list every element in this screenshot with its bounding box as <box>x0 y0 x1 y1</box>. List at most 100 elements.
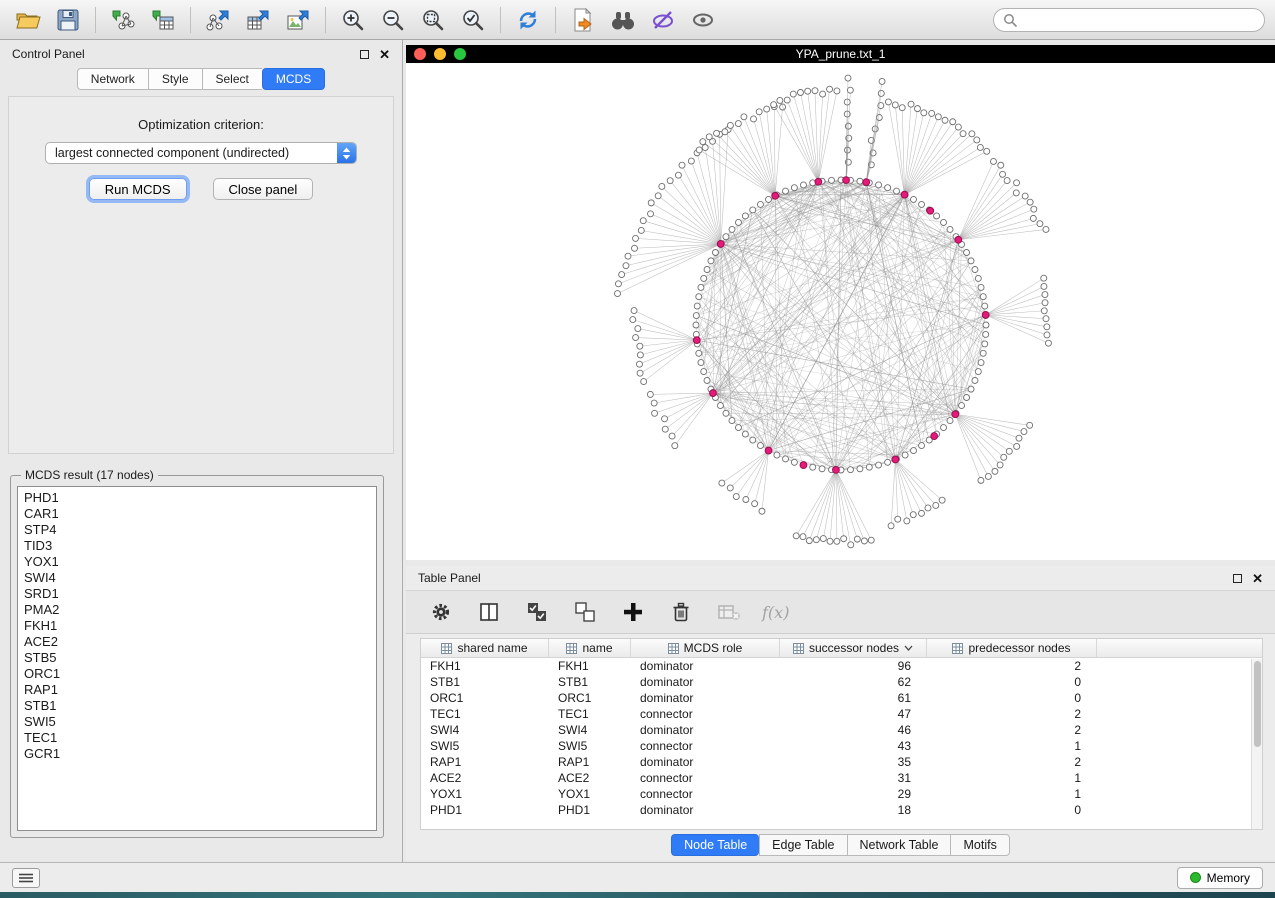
zoom-in-button[interactable] <box>335 4 371 36</box>
import-network-button[interactable] <box>105 4 141 36</box>
hide-details-button[interactable] <box>645 4 681 36</box>
scrollbar-thumb[interactable] <box>1254 661 1261 747</box>
import-table-icon <box>150 8 176 32</box>
minimize-window-icon[interactable] <box>434 48 446 60</box>
table-cell: ORC1 <box>549 690 631 706</box>
table-row[interactable]: SWI5SWI5connector431 <box>421 738 1262 754</box>
table-scrollbar[interactable] <box>1251 659 1262 829</box>
trash-icon <box>669 600 693 624</box>
network-graph[interactable] <box>406 63 1275 560</box>
column-header-name[interactable]: name <box>549 639 631 657</box>
eye-slash-icon <box>650 7 676 33</box>
column-header-successor-nodes[interactable]: successor nodes <box>780 639 927 657</box>
table-row[interactable]: TEC1TEC1connector472 <box>421 706 1262 722</box>
open-session-button[interactable] <box>10 4 46 36</box>
mcds-result-item[interactable]: TID3 <box>24 538 376 554</box>
tab-node-table[interactable]: Node Table <box>671 834 759 856</box>
refresh-button[interactable] <box>510 4 546 36</box>
mcds-result-item[interactable]: STB5 <box>24 650 376 666</box>
column-header-predecessor-nodes[interactable]: predecessor nodes <box>927 639 1097 657</box>
tab-select[interactable]: Select <box>202 68 262 90</box>
show-columns-button[interactable] <box>474 597 504 627</box>
tab-network[interactable]: Network <box>77 68 148 90</box>
optimization-criterion-select[interactable]: largest connected component (undirected) <box>45 142 357 164</box>
mcds-result-list[interactable]: PHD1CAR1STP4TID3YOX1SWI4SRD1PMA2FKH1ACE2… <box>17 486 377 831</box>
run-mcds-button[interactable]: Run MCDS <box>89 178 187 200</box>
tab-style[interactable]: Style <box>148 68 202 90</box>
close-panel-icon[interactable]: ✕ <box>379 48 390 61</box>
mcds-result-item[interactable]: SWI5 <box>24 714 376 730</box>
delete-rows-button[interactable] <box>666 597 696 627</box>
table-cell: FKH1 <box>549 658 631 674</box>
save-session-button[interactable] <box>50 4 86 36</box>
tab-mcds[interactable]: MCDS <box>262 68 325 90</box>
add-row-button[interactable] <box>618 597 648 627</box>
mcds-result-item[interactable]: SWI4 <box>24 570 376 586</box>
export-table-button[interactable] <box>240 4 276 36</box>
import-table-button[interactable] <box>145 4 181 36</box>
mcds-result-item[interactable]: YOX1 <box>24 554 376 570</box>
function-builder-button[interactable]: f(x) <box>762 597 789 627</box>
table-row[interactable]: PHD1PHD1dominator180 <box>421 802 1262 818</box>
column-type-icon <box>952 643 963 654</box>
mcds-result-item[interactable]: PHD1 <box>24 490 376 506</box>
control-panel-tabs: NetworkStyleSelectMCDS <box>0 68 402 90</box>
show-details-button[interactable] <box>685 4 721 36</box>
search-input[interactable] <box>1023 13 1255 27</box>
table-row[interactable]: YOX1YOX1connector291 <box>421 786 1262 802</box>
table-row[interactable]: STB1STB1dominator620 <box>421 674 1262 690</box>
mcds-result-item[interactable]: TEC1 <box>24 730 376 746</box>
mcds-result-item[interactable]: ORC1 <box>24 666 376 682</box>
close-panel-button[interactable]: Close panel <box>213 178 314 200</box>
tab-motifs[interactable]: Motifs <box>950 834 1009 856</box>
tab-network-table[interactable]: Network Table <box>847 834 951 856</box>
export-document-button[interactable] <box>565 4 601 36</box>
mcds-result-item[interactable]: FKH1 <box>24 618 376 634</box>
table-panel-header: Table Panel ✕ <box>406 566 1275 590</box>
mcds-result-item[interactable]: RAP1 <box>24 682 376 698</box>
mcds-result-item[interactable]: ACE2 <box>24 634 376 650</box>
export-image-button[interactable] <box>280 4 316 36</box>
column-settings-button[interactable] <box>426 597 456 627</box>
delete-table-button[interactable] <box>714 597 744 627</box>
zoom-fit-button[interactable] <box>415 4 451 36</box>
search-box[interactable] <box>993 8 1265 32</box>
mcds-result-item[interactable]: CAR1 <box>24 506 376 522</box>
mcds-result-item[interactable]: STP4 <box>24 522 376 538</box>
export-network-button[interactable] <box>200 4 236 36</box>
zoom-selected-icon <box>460 7 486 33</box>
close-table-panel-icon[interactable]: ✕ <box>1252 572 1263 585</box>
optimization-criterion-label: Optimization criterion: <box>9 117 393 132</box>
tab-edge-table[interactable]: Edge Table <box>759 834 846 856</box>
table-row[interactable]: ACE2ACE2connector311 <box>421 770 1262 786</box>
mcds-result-item[interactable]: STB1 <box>24 698 376 714</box>
network-canvas[interactable] <box>406 63 1275 560</box>
table-cell: 47 <box>780 706 927 722</box>
table-row[interactable]: ORC1ORC1dominator610 <box>421 690 1262 706</box>
search-network-button[interactable] <box>605 4 641 36</box>
table-cell: 1 <box>927 738 1097 754</box>
float-table-panel-icon[interactable] <box>1233 574 1242 583</box>
table-cell: connector <box>631 738 780 754</box>
table-row[interactable]: FKH1FKH1dominator962 <box>421 658 1262 674</box>
close-window-icon[interactable] <box>414 48 426 60</box>
column-header-label: successor nodes <box>809 641 899 655</box>
column-header-shared-name[interactable]: shared name <box>421 639 549 657</box>
float-panel-icon[interactable] <box>360 50 369 59</box>
mcds-result-item[interactable]: PMA2 <box>24 602 376 618</box>
memory-button[interactable]: Memory <box>1177 867 1263 889</box>
plus-icon <box>621 600 645 624</box>
column-type-icon <box>668 643 679 654</box>
panel-menu-button[interactable] <box>12 868 40 888</box>
table-row[interactable]: RAP1RAP1dominator352 <box>421 754 1262 770</box>
mcds-result-item[interactable]: GCR1 <box>24 746 376 762</box>
zoom-selected-button[interactable] <box>455 4 491 36</box>
mcds-result-item[interactable]: SRD1 <box>24 586 376 602</box>
zoom-out-button[interactable] <box>375 4 411 36</box>
column-header-MCDS-role[interactable]: MCDS role <box>631 639 780 657</box>
network-window-titlebar[interactable]: YPA_prune.txt_1 <box>406 45 1275 63</box>
maximize-window-icon[interactable] <box>454 48 466 60</box>
deselect-all-rows-button[interactable] <box>570 597 600 627</box>
table-row[interactable]: SWI4SWI4dominator462 <box>421 722 1262 738</box>
select-all-rows-button[interactable] <box>522 597 552 627</box>
